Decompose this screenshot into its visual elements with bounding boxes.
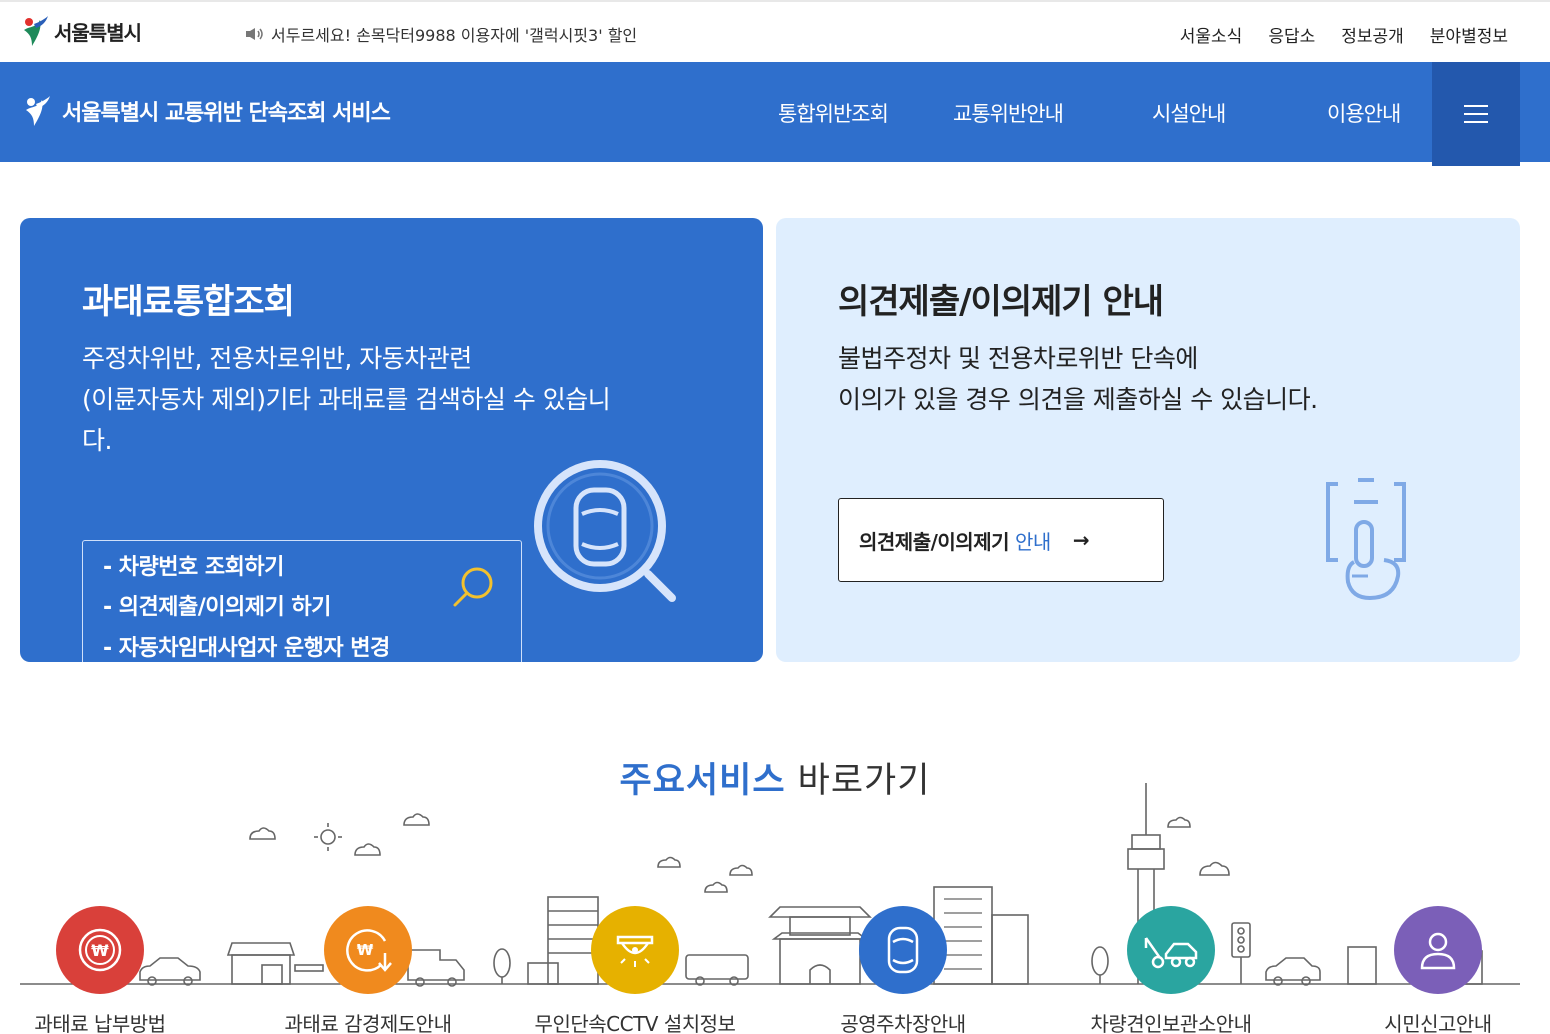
cctv-icon	[616, 935, 654, 967]
nav-integrated-lookup[interactable]: 통합위반조회	[778, 98, 889, 128]
button-label-accent: 안내	[1015, 529, 1051, 554]
site-title: 서울특별시 교통위반 단속조회 서비스	[62, 101, 391, 126]
svg-text:₩: ₩	[91, 941, 109, 960]
service-label[interactable]: 공영주차장안내	[773, 1008, 1033, 1034]
search-icon[interactable]	[451, 565, 497, 611]
service-public-parking-button[interactable]	[859, 906, 947, 994]
desc-line: 주정차위반, 전용차로위반, 자동차관련	[82, 344, 472, 373]
speaker-icon	[246, 28, 263, 40]
nav-usage-guide[interactable]: 이용안내	[1327, 98, 1401, 128]
desc-line: 다.	[82, 426, 112, 455]
main-navbar: 서울특별시 교통위반 단속조회 서비스 통합위반조회 교통위반안내 시설안내 이…	[0, 62, 1550, 166]
service-label[interactable]: 과태료 납부방법	[0, 1008, 230, 1034]
top-utility-bar: 서울특별시 서두르세요! 손목닥터9988 이용자에 '갤럭시핏3' 할인 서울…	[0, 0, 1550, 62]
service-fine-reduction-button[interactable]: ₩	[324, 906, 412, 994]
button-label: 의견제출/이의제기	[859, 529, 1010, 554]
service-label[interactable]: 시민신고안내	[1308, 1008, 1550, 1034]
logo-text: 서울특별시	[54, 20, 142, 45]
link-vehicle-number-lookup[interactable]: - 차량번호 조회하기	[103, 549, 284, 581]
seoul-logo[interactable]: 서울특별시	[20, 14, 142, 48]
nav-facility-guide[interactable]: 시설안내	[1152, 98, 1226, 128]
link-seoul-news[interactable]: 서울소식	[1180, 22, 1243, 47]
svg-text:₩: ₩	[357, 941, 374, 959]
desc-line: 이의가 있을 경우 의견을 제출하실 수 있습니다.	[838, 385, 1318, 414]
hamburger-menu-button[interactable]	[1432, 62, 1520, 166]
service-cctv-info-button[interactable]	[591, 906, 679, 994]
desc-line: 불법주정차 및 전용차로위반 단속에	[838, 344, 1198, 373]
notice-ticker[interactable]: 서두르세요! 손목닥터9988 이용자에 '갤럭시핏3' 할인	[245, 22, 637, 46]
site-home-link[interactable]: 서울특별시 교통위반 단속조회 서비스	[20, 94, 391, 128]
notice-text: 서두르세요! 손목닥터9988 이용자에 '갤럭시핏3' 할인	[271, 26, 638, 45]
link-eungdapso[interactable]: 응답소	[1268, 22, 1315, 47]
fine-lookup-title: 과태료통합조회	[82, 282, 295, 322]
tow-truck-icon	[1144, 937, 1198, 969]
service-citizen-report-button[interactable]	[1394, 906, 1482, 994]
link-field-info[interactable]: 분야별정보	[1430, 22, 1508, 47]
seoul-emblem-icon	[26, 96, 50, 126]
desc-line: (이륜자동차 제외)기타 과태료를 검색하실 수 있습니	[82, 385, 611, 414]
seoul-logo-icon	[24, 16, 48, 46]
clipboard-hand-icon	[1326, 478, 1406, 601]
objection-guide-title: 의견제출/이의제기 안내	[838, 282, 1164, 322]
objection-guide-card: 의견제출/이의제기 안내 불법주정차 및 전용차로위반 단속에 이의가 있을 경…	[776, 218, 1520, 662]
fine-lookup-description: 주정차위반, 전용차로위반, 자동차관련 (이륜자동차 제외)기타 과태료를 검…	[82, 338, 702, 461]
won-coin-icon: ₩	[78, 928, 122, 972]
city-skyline-illustration	[20, 783, 1520, 987]
quick-links-box: - 차량번호 조회하기 - 의견제출/이의제기 하기 - 자동차임대사업자 운행…	[82, 540, 522, 662]
car-top-icon	[887, 926, 919, 974]
utility-links: 서울소식 응답소 정보공개 분야별정보	[1180, 22, 1508, 47]
person-icon	[1420, 932, 1456, 970]
service-label[interactable]: 무인단속CCTV 설치정보	[505, 1008, 765, 1034]
magnifier-car-icon	[534, 460, 676, 602]
fine-lookup-card[interactable]: 과태료통합조회 주정차위반, 전용차로위반, 자동차관련 (이륜자동차 제외)기…	[20, 218, 763, 662]
arrow-right-icon: →	[1072, 528, 1090, 552]
service-label[interactable]: 차량견인보관소안내	[1041, 1008, 1301, 1034]
link-rental-driver-change[interactable]: - 자동차임대사업자 운행자 변경	[103, 630, 390, 662]
link-objection-submit[interactable]: - 의견제출/이의제기 하기	[103, 589, 331, 621]
service-label[interactable]: 과태료 감경제도안내	[238, 1008, 498, 1034]
menu-icon	[1464, 113, 1488, 115]
link-info-disclosure[interactable]: 정보공개	[1341, 22, 1404, 47]
nav-violation-guide[interactable]: 교통위반안내	[953, 98, 1064, 128]
service-fine-payment-button[interactable]: ₩	[56, 906, 144, 994]
won-discount-icon: ₩	[346, 929, 392, 972]
objection-guide-description: 불법주정차 및 전용차로위반 단속에 이의가 있을 경우 의견을 제출하실 수 …	[838, 338, 1318, 420]
objection-guide-button[interactable]: 의견제출/이의제기 안내 →	[838, 498, 1164, 582]
service-towing-storage-button[interactable]	[1127, 906, 1215, 994]
